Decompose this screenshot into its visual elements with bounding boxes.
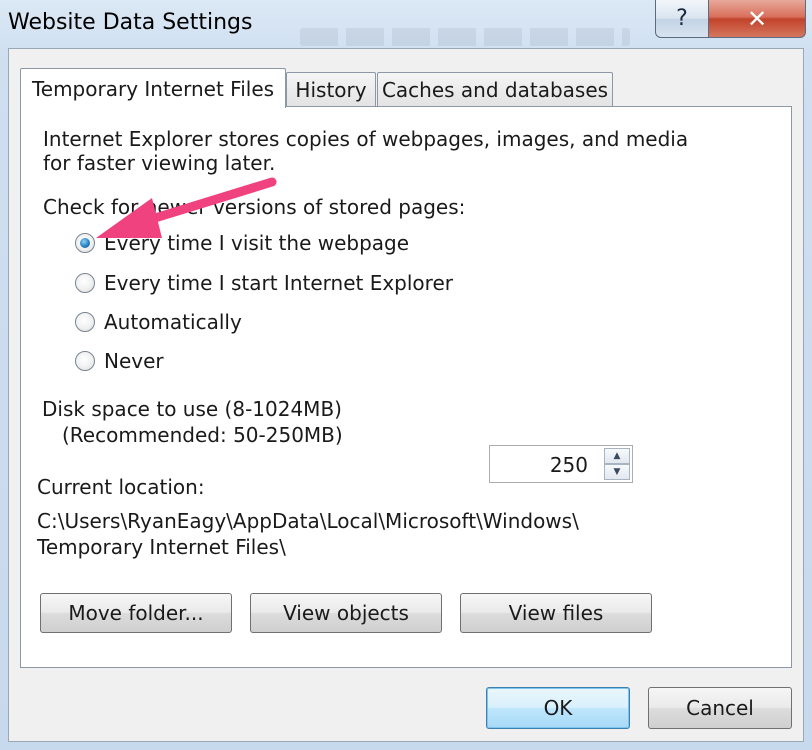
view-files-button[interactable]: View files [460, 593, 652, 633]
ok-button[interactable]: OK [486, 687, 630, 729]
disk-space-label: Disk space to use (8-1024MB) [42, 397, 342, 421]
radio-button[interactable] [75, 312, 95, 332]
radio-label[interactable]: Never [104, 349, 164, 373]
tab-temporary-internet-files[interactable]: Temporary Internet Files [20, 68, 286, 108]
description-text: for faster viewing later. [43, 151, 276, 175]
tab-label: Caches and databases [381, 77, 609, 102]
tab-panel-temporary-internet-files: Internet Explorer stores copies of webpa… [20, 106, 792, 668]
close-button[interactable]: ✕ [708, 0, 806, 38]
help-icon: ? [676, 6, 688, 31]
radio-button[interactable] [75, 273, 95, 293]
close-icon: ✕ [746, 4, 768, 33]
radio-label[interactable]: Every time I visit the webpage [104, 231, 409, 255]
radio-label[interactable]: Automatically [104, 310, 242, 334]
dialog-client-area: Temporary Internet Files History Caches … [8, 48, 804, 742]
move-folder-button[interactable]: Move folder... [40, 593, 232, 633]
spin-buttons: ▲ ▼ [604, 448, 630, 480]
check-heading: Check for newer versions of stored pages… [43, 195, 466, 219]
dialog-window: Website Data Settings ? ✕ Temporary Inte… [0, 0, 812, 750]
tab-history[interactable]: History [286, 72, 376, 106]
window-title: Website Data Settings [8, 10, 253, 35]
spin-down-icon[interactable]: ▼ [604, 464, 630, 480]
tab-caches-and-databases[interactable]: Caches and databases [377, 72, 613, 106]
radio-button[interactable] [75, 233, 95, 253]
titlebar-glass-background [300, 28, 630, 46]
help-button[interactable]: ? [655, 0, 709, 38]
disk-space-value[interactable]: 250 [550, 453, 588, 477]
disk-space-spinbox[interactable]: 250 ▲ ▼ [489, 445, 633, 483]
location-path: Temporary Internet Files\ [37, 535, 286, 559]
description-text: Internet Explorer stores copies of webpa… [43, 127, 689, 151]
tab-label: Temporary Internet Files [31, 76, 275, 101]
current-location-label: Current location: [37, 475, 205, 499]
tab-label: History [295, 77, 367, 102]
location-path: C:\Users\RyanEagy\AppData\Local\Microsof… [37, 509, 579, 533]
radio-label[interactable]: Every time I start Internet Explorer [104, 271, 453, 295]
radio-button[interactable] [75, 351, 95, 371]
cancel-button[interactable]: Cancel [648, 687, 792, 729]
disk-space-recommended: (Recommended: 50-250MB) [62, 423, 343, 447]
spin-up-icon[interactable]: ▲ [604, 448, 630, 464]
view-objects-button[interactable]: View objects [250, 593, 442, 633]
